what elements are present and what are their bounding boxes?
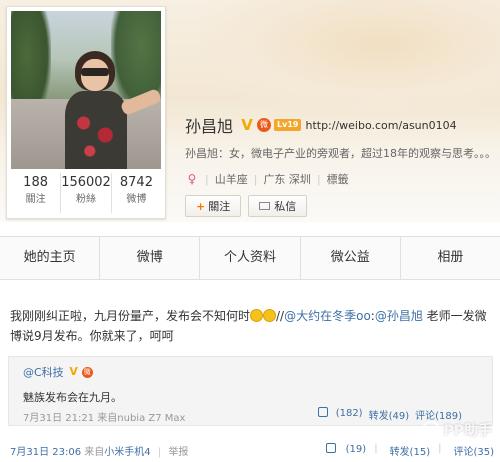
thumbs-up-icon [317,407,328,417]
message-button[interactable]: 私信 [248,195,308,217]
stat-value: 188 [23,175,48,190]
profile-nav: 她的主页 微博 个人资料 微公益 相册 [0,236,500,280]
tab-weibo[interactable]: 微博 [100,237,201,279]
forward-button[interactable]: 转发(15) [390,443,431,458]
profile-bio: 孙昌旭：女，微电子产业的旁观者，超过18年的观察与思考。。。 [185,147,496,160]
plus-icon: + [196,199,206,213]
report-link[interactable]: 举报 [168,447,188,458]
stat-following[interactable]: 188 關注 [11,173,62,213]
thumbs-up-icon [325,443,336,453]
profile-url[interactable]: http://weibo.com/asun0104 [305,119,456,132]
stat-followers[interactable]: 156002 粉絲 [61,173,112,213]
post-source[interactable]: 小米手机4 [104,447,150,458]
female-icon: ♀ [187,172,197,186]
post-text-part: 我刚刚纠正啦，九月份量产，发布会不知何时 [10,309,251,323]
location: 广东 深圳 [263,173,311,186]
avatar[interactable] [11,11,161,169]
divider: | [157,447,162,458]
constellation: 山羊座 [214,173,248,186]
stat-value: 156002 [61,175,111,190]
verified-icon[interactable]: V [239,117,255,133]
stat-value: 8742 [119,175,153,190]
repost-time[interactable]: 7月31日 21:21 [23,413,94,424]
divider: | [316,172,321,186]
follow-label: 關注 [208,200,231,213]
name-row: 孙昌旭 V 微 Lv19 http://weibo.com/asun0104 [185,114,495,136]
divider: | [205,172,209,186]
tab-home[interactable]: 她的主页 [0,237,101,279]
source-prefix: 来自 [97,413,118,424]
stat-label: 微博 [126,194,147,205]
post-footer: 7月31日 23:06 来自小米手机4 | 举报 (19) | 转发(15) |… [0,440,500,462]
repost-forward-button[interactable]: 转发(49) [369,407,410,422]
repost-separator: // [276,309,285,323]
tab-album[interactable]: 相册 [401,237,500,279]
tab-profile-info[interactable]: 个人资料 [200,237,301,279]
reposted-content: @C科技 V 微 魅族发布会在九月。 7月31日 21:21 来自nubia Z… [8,356,493,426]
cover-background [200,0,500,110]
profile-actions: + 關注 私信 [185,195,495,217]
repost-author-row: @C科技 V 微 [23,364,93,380]
profile-details: ♀ | 山羊座 | 广东 深圳 | 標籤 [185,171,495,187]
post-actions: (19) | 转发(15) | 评论(35) [310,443,494,458]
post-meta: 7月31日 23:06 来自小米手机4 | 举报 [10,443,188,458]
weibo-badge-icon: 微 [81,366,93,378]
level-badge[interactable]: Lv19 [274,119,302,131]
avatar-card: 188 關注 156002 粉絲 8742 微博 [6,6,166,219]
watermark: PP助手 [422,420,492,440]
post-time[interactable]: 7月31日 23:06 [10,447,81,458]
weibo-post: 我刚刚纠正啦，九月份量产，发布会不知何时//@大约在冬季oo:@孙昌旭 老师一发… [0,292,500,346]
stat-label: 關注 [25,194,46,205]
repost-meta: 7月31日 21:21 来自nubia Z7 Max [23,409,185,424]
like-count: (182) [335,408,363,419]
mail-icon [259,202,271,210]
source-prefix: 来自 [84,447,105,458]
pp-logo-icon [422,421,441,439]
stat-posts[interactable]: 8742 微博 [112,173,161,213]
post-text: 我刚刚纠正啦，九月份量产，发布会不知何时//@大约在冬季oo:@孙昌旭 老师一发… [0,292,500,346]
message-label: 私信 [274,200,297,213]
watermark-text: PP助手 [443,423,492,439]
profile-stats: 188 關注 156002 粉絲 8742 微博 [11,173,161,213]
divider: | [438,443,442,454]
profile-name: 孙昌旭 [185,117,234,136]
mention-link[interactable]: @大约在冬季oo [284,309,371,323]
mention-link[interactable]: @孙昌旭 [375,309,423,323]
comment-button[interactable]: 评论(35) [453,443,494,458]
repost-like-button[interactable]: (182) [312,407,363,422]
repost-text: 魅族发布会在九月。 [23,391,122,404]
divider: | [374,443,378,454]
like-button[interactable]: (19) [318,443,367,458]
like-count: (19) [345,444,367,455]
stat-label: 粉絲 [76,194,96,205]
verified-icon: V [69,365,78,378]
tag-link[interactable]: 標籤 [327,171,349,187]
tab-charity[interactable]: 微公益 [301,237,401,279]
repost-source[interactable]: nubia Z7 Max [117,413,185,424]
smile-emoji-icon [250,309,264,322]
weibo-badge-icon[interactable]: 微 [257,118,272,132]
follow-button[interactable]: + 關注 [185,195,242,217]
profile-info: 孙昌旭 V 微 Lv19 http://weibo.com/asun0104 孙… [185,114,496,217]
divider: | [253,172,258,186]
smile-emoji-icon [263,309,277,322]
repost-author[interactable]: @C科技 [23,364,64,380]
